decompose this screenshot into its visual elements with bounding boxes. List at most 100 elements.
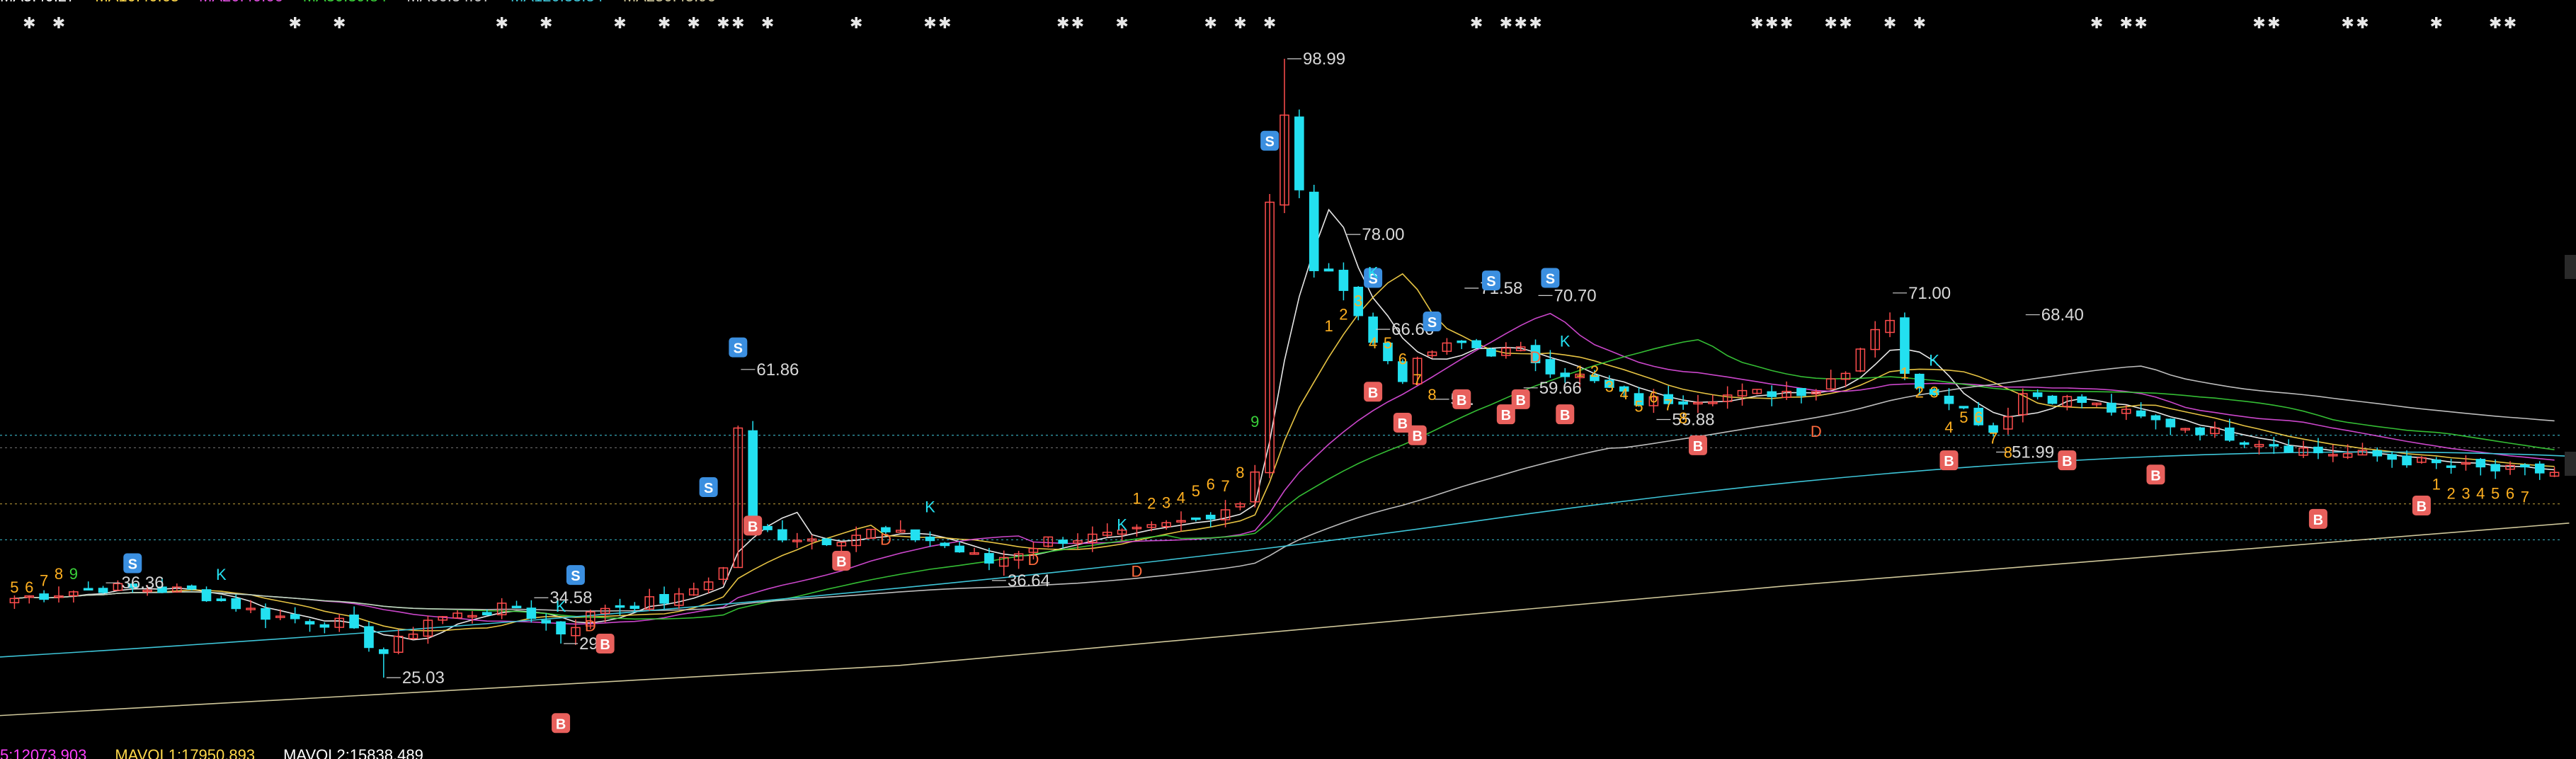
candle-body [2313, 446, 2323, 454]
candle-body [1191, 517, 1201, 520]
candle-body [615, 605, 625, 608]
candle-body [777, 529, 787, 541]
buy-badge-label: B [1398, 416, 1408, 432]
buy-badge-label: B [1412, 429, 1422, 445]
sequence-count: 4 [1177, 489, 1185, 506]
candle-body [2269, 444, 2279, 447]
candle-body [1309, 191, 1319, 271]
candle-body [2490, 464, 2500, 472]
star-marker: ✱ [1500, 15, 1512, 33]
sequence-count: 3 [1605, 377, 1614, 395]
sequence-count: 8 [1427, 386, 1436, 404]
sequence-count: 1 [2432, 476, 2441, 493]
star-marker: ✱ [613, 15, 626, 33]
star-marker: ✱ [52, 15, 65, 33]
sequence-count: 2 [1915, 384, 1924, 401]
star-marker: ✱ [1750, 15, 1763, 33]
star-marker: ✱ [2252, 15, 2265, 33]
candle-body [1560, 372, 1571, 377]
candle-body [1058, 540, 1068, 544]
star-marker: ✱ [717, 15, 729, 33]
star-marker: ✱ [2489, 15, 2502, 33]
candle-body [1294, 116, 1304, 190]
star-marker: ✱ [540, 15, 552, 33]
buy-badge-label: B [1515, 393, 1525, 409]
star-marker: ✱ [2090, 15, 2103, 33]
candle-body [940, 542, 950, 547]
k-marker: K [1560, 332, 1571, 350]
sequence-count: 1 [1132, 490, 1141, 508]
sequence-count: 7 [40, 571, 48, 589]
sell-badge-label: S [704, 481, 713, 496]
candle-body [1338, 270, 1349, 291]
buy-badge-label: B [748, 519, 758, 535]
star-marker: ✱ [1765, 15, 1778, 33]
sell-badge-label: S [734, 341, 743, 357]
sequence-count: 1 [1900, 364, 1909, 382]
k-marker: K [925, 498, 935, 515]
star-marker: ✱ [288, 15, 301, 33]
sequence-count: 5 [1959, 409, 1968, 426]
sequence-count: 6 [2506, 485, 2514, 503]
sequence-count: 5 [10, 578, 18, 596]
sequence-count: 1 [1575, 363, 1584, 380]
sequence-count: 2 [1147, 495, 1156, 513]
candle-body [39, 593, 49, 600]
sell-badge-label: S [571, 569, 580, 584]
price-annotation: 51.99 [2012, 443, 2054, 462]
buy-badge-label: B [2417, 499, 2427, 515]
scroll-handle-lower[interactable] [2565, 452, 2576, 476]
buy-badge-label: B [1368, 385, 1378, 401]
candle-body [2475, 459, 2486, 468]
candle-body [1796, 388, 1806, 396]
star-marker: ✱ [938, 15, 951, 33]
star-marker: ✱ [333, 15, 346, 33]
candle-body [319, 624, 330, 628]
candle-body [2224, 427, 2235, 441]
candle-body [2195, 427, 2205, 435]
candle-body [1959, 406, 1969, 409]
d-marker: D [1131, 562, 1142, 580]
sequence-count: 9 [69, 565, 78, 583]
buy-badge-label: B [2150, 468, 2160, 484]
sell-badge-label: S [1486, 274, 1495, 290]
candle-body [2047, 395, 2058, 404]
scroll-handle-upper[interactable] [2565, 255, 2576, 279]
star-marker: ✱ [731, 15, 744, 33]
sequence-count: 6 [1974, 409, 1983, 426]
star-marker: ✱ [923, 15, 936, 33]
candle-body [349, 614, 359, 629]
sequence-count: 5 [2491, 485, 2500, 503]
candle-body [748, 430, 758, 525]
sequence-count: 2 [2446, 485, 2455, 503]
candlestick-chart[interactable]: ✱ ✱ ✱ ✱ ✱ ✱ ✱ ✱ ✱ ✱ ✱ ✱ ✱ ✱ ✱ ✱ ✱ ✱ ✱ ✱ ✱ ✱ ✱ ✱ ✱ ✱ ✱ ✱ ✱ ✱ ✱ ✱ ✱ ✱ ✱ ✱ ✱ ✱ ✱ ✱… [0, 0, 2576, 759]
star-marker: ✱ [2504, 15, 2517, 33]
star-marker: ✱ [850, 15, 862, 33]
ma10-line [14, 273, 2555, 632]
star-marker: ✱ [2134, 15, 2147, 33]
star-marker: ✱ [1470, 15, 1483, 33]
d-marker: D [880, 531, 891, 549]
star-marker: ✱ [1204, 15, 1217, 33]
star-marker: ✱ [1913, 15, 1926, 33]
buy-badge-label: B [2062, 454, 2072, 469]
candle-body [2077, 396, 2087, 404]
candle-body [1457, 340, 1467, 343]
sequence-count: 7 [1664, 396, 1672, 413]
star-marker: ✱ [1824, 15, 1837, 33]
sequence-count: 4 [1620, 385, 1629, 403]
star-marker: ✱ [1233, 15, 1246, 33]
candle-body [1471, 340, 1481, 348]
candle-body [216, 598, 227, 602]
candle-body [2402, 455, 2412, 466]
candle-body [556, 621, 566, 635]
candle-body [526, 607, 537, 619]
sequence-count: 6 [1398, 350, 1407, 367]
star-marker: ✱ [1780, 15, 1793, 33]
d-marker: D [1530, 348, 1541, 366]
sell-badge-label: S [1265, 135, 1274, 150]
sequence-count: 7 [1989, 430, 1997, 447]
k-marker: K [748, 479, 758, 497]
sell-badge-label: S [128, 557, 137, 573]
buy-badge-label: B [1944, 454, 1954, 469]
